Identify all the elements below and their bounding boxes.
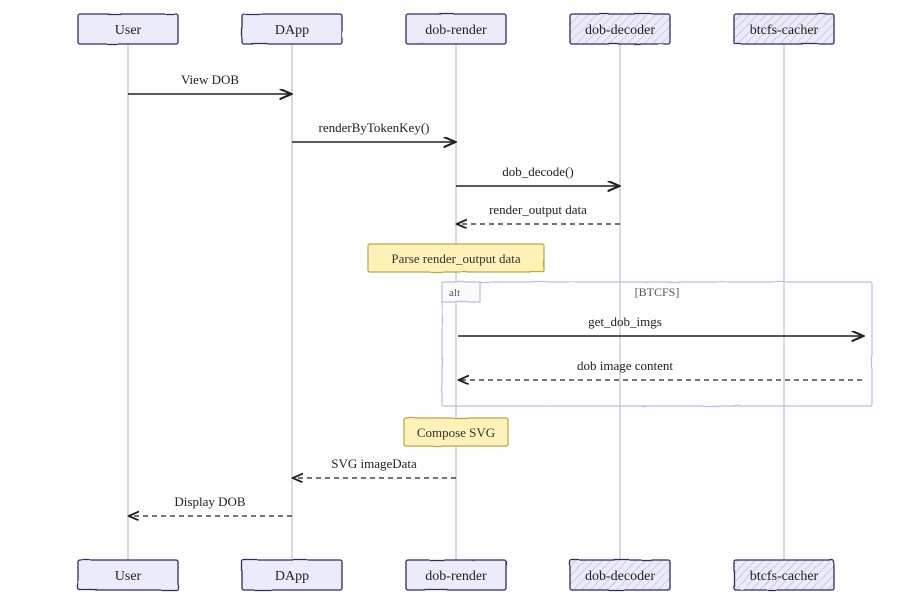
msg-render-by-token-key: renderByTokenKey() [319, 120, 430, 135]
actor-btcfs-cacher-label: btcfs-cacher [750, 23, 819, 38]
msg-view-dob: View DOB [181, 72, 239, 87]
actor-user-label: User [115, 23, 142, 38]
actor-dob-decoder-label: dob-decoder [585, 23, 655, 38]
msg-display-dob: Display DOB [174, 494, 245, 509]
actor-dapp-label: DApp [275, 23, 309, 38]
msg-get-dob-imgs: get_dob_imgs [588, 314, 662, 329]
alt-frame: alt [BTCFS] [442, 282, 872, 406]
msg-svg-imagedata: SVG imageData [331, 456, 417, 471]
alt-label: alt [449, 287, 460, 299]
actor-dob-render-label: dob-render [425, 23, 487, 38]
alt-condition: [BTCFS] [635, 285, 680, 299]
actor-btcfs-cacher-bottom-label: btcfs-cacher [750, 569, 819, 584]
sequence-diagram: User DApp dob-render dob-decoder btcfs-c… [0, 0, 912, 604]
actor-dob-decoder-bottom-label: dob-decoder [585, 569, 655, 584]
note-compose-svg-text: Compose SVG [417, 425, 495, 440]
actor-dapp-bottom-label: DApp [275, 569, 309, 584]
msg-dob-decode: dob_decode() [502, 164, 573, 179]
actor-dob-render-bottom-label: dob-render [425, 569, 487, 584]
note-parse-render-output-text: Parse render_output data [391, 251, 520, 266]
actor-user-bottom-label: User [115, 569, 142, 584]
msg-render-output: render_output data [489, 202, 587, 217]
msg-dob-image-content: dob image content [577, 358, 673, 373]
